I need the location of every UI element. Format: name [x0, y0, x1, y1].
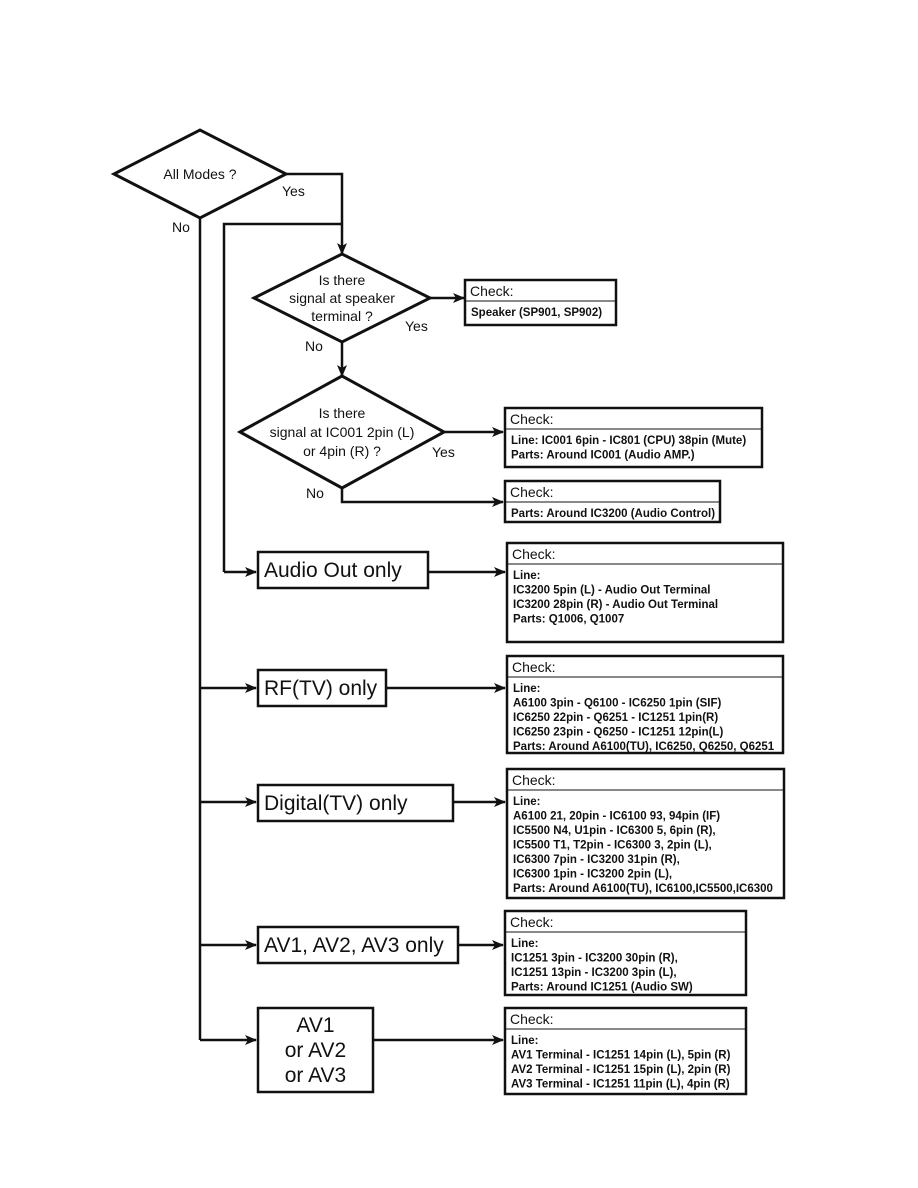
- check-title: Check:: [510, 914, 554, 930]
- check-line: Speaker (SP901, SP902): [471, 307, 602, 319]
- check-line: IC5500 T1, T2pin - IC6300 3, 2pin (L),: [513, 840, 712, 852]
- check-line: IC6250 22pin - Q6251 - IC1251 1pin(R): [513, 712, 718, 724]
- check-line: IC3200 5pin (L) - Audio Out Terminal: [513, 585, 710, 597]
- yes-label: Yes: [405, 318, 428, 334]
- yes-label: Yes: [282, 183, 305, 199]
- decision-question-line: Is there: [319, 405, 366, 421]
- check-title: Check:: [512, 659, 556, 675]
- check-line: Parts: Around IC001 (Audio AMP.): [511, 450, 695, 462]
- check-line: IC3200 28pin (R) - Audio Out Terminal: [513, 599, 718, 611]
- decision-question-line: or 4pin (R) ?: [303, 443, 381, 459]
- check-line: IC1251 3pin - IC3200 30pin (R),: [511, 953, 678, 965]
- mode-label: Digital(TV) only: [264, 792, 408, 815]
- decision-question-line: signal at IC001 2pin (L): [270, 424, 415, 440]
- check-line: Line:: [511, 938, 538, 950]
- check-line: Parts: Around IC3200 (Audio Control): [511, 508, 715, 520]
- check-line: Parts: Around A6100(TU), IC6250, Q6250, …: [513, 741, 775, 753]
- check-line: Parts: Q1006, Q1007: [513, 614, 624, 626]
- flowchart-canvas: All Modes ? Yes No Is there signal at speake…: [110, 128, 786, 1096]
- check-line: AV3 Terminal - IC1251 11pin (L), 4pin (R…: [511, 1079, 730, 1091]
- mode-label: RF(TV) only: [264, 677, 378, 700]
- mode-label: AV1, AV2, AV3 only: [264, 934, 444, 957]
- no-label: No: [306, 485, 324, 501]
- check-title: Check:: [512, 546, 556, 562]
- check-title: Check:: [510, 1011, 554, 1027]
- check-line: Line:: [511, 1035, 538, 1047]
- check-title: Check:: [510, 484, 554, 500]
- check-line: IC5500 N4, U1pin - IC6300 5, 6pin (R),: [513, 825, 716, 837]
- mode-label: or AV2: [285, 1039, 346, 1062]
- check-line: IC6300 1pin - IC3200 2pin (L),: [513, 869, 672, 881]
- check-line: IC1251 13pin - IC3200 3pin (L),: [511, 967, 677, 979]
- check-title: Check:: [510, 411, 554, 427]
- decision-question-line: Is there: [319, 272, 366, 288]
- check-line: Parts: Around IC1251 (Audio SW): [511, 982, 693, 994]
- decision-question-line: terminal ?: [311, 308, 373, 324]
- check-line: Line:: [513, 570, 540, 582]
- check-title: Check:: [512, 772, 556, 788]
- decision-question-line: All Modes ?: [163, 166, 236, 182]
- check-line: Line:: [513, 683, 540, 695]
- no-label: No: [305, 338, 323, 354]
- mode-label: Audio Out only: [264, 559, 402, 582]
- check-line: Parts: Around A6100(TU), IC6100,IC5500,I…: [513, 883, 773, 895]
- check-line: AV1 Terminal - IC1251 14pin (L), 5pin (R…: [511, 1050, 731, 1062]
- check-line: A6100 3pin - Q6100 - IC6250 1pin (SIF): [513, 698, 722, 710]
- flowchart: All Modes ? Yes No Is there signal at speake…: [0, 0, 918, 1188]
- yes-label: Yes: [432, 444, 455, 460]
- check-line: A6100 21, 20pin - IC6100 93, 94pin (IF): [513, 811, 720, 823]
- decision-question-line: signal at speaker: [289, 290, 395, 306]
- mode-label: AV1: [296, 1014, 334, 1037]
- check-line: IC6250 23pin - Q6250 - IC1251 12pin(L): [513, 727, 723, 739]
- no-label: No: [172, 219, 190, 235]
- check-line: IC6300 7pin - IC3200 31pin (R),: [513, 854, 680, 866]
- check-title: Check:: [470, 283, 514, 299]
- check-line: Line:: [513, 796, 540, 808]
- no-arrow: [340, 488, 504, 507]
- mode-label: or AV3: [285, 1064, 346, 1087]
- check-line: AV2 Terminal - IC1251 15pin (L), 2pin (R…: [511, 1064, 731, 1076]
- check-line: Line: IC001 6pin - IC801 (CPU) 38pin (Mu…: [511, 435, 746, 447]
